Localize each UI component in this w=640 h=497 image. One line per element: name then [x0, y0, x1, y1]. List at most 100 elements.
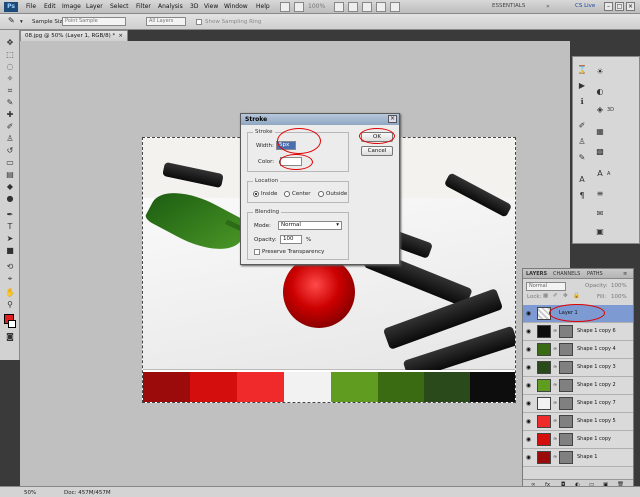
panel-menu-icon[interactable]: ≡: [623, 271, 627, 277]
swatches-icon[interactable]: ▩: [595, 147, 605, 157]
eraser-tool-icon[interactable]: ▭: [4, 158, 16, 168]
healing-tool-icon[interactable]: ✚: [4, 110, 16, 120]
clone-stamp-tool-icon[interactable]: ♙: [4, 134, 16, 144]
type-panel-icon[interactable]: A: [595, 169, 605, 179]
visibility-eye-icon[interactable]: ◉: [525, 436, 532, 443]
marquee-tool-icon[interactable]: ⬚: [4, 50, 16, 60]
center-radio[interactable]: [284, 191, 290, 197]
adjustments-icon[interactable]: ☀: [595, 67, 605, 77]
shape-tool-icon[interactable]: ■: [4, 246, 16, 256]
animation-icon[interactable]: ▣: [595, 227, 605, 237]
show-ring-checkbox[interactable]: [196, 19, 202, 25]
visibility-eye-icon[interactable]: ◉: [525, 310, 532, 317]
type-tool-icon[interactable]: T: [4, 222, 16, 232]
rotate-view-icon[interactable]: [362, 2, 372, 12]
character-icon[interactable]: A: [577, 175, 587, 185]
tab-paths[interactable]: PATHS: [587, 271, 603, 277]
zoom-tool-icon[interactable]: ⚲: [4, 300, 16, 310]
document-tab[interactable]: 08.jpg @ 50% (Layer 1, RGB/8) * ×: [20, 30, 128, 41]
clone-source-icon[interactable]: ♙: [577, 137, 587, 147]
opacity-input[interactable]: 100: [280, 235, 302, 244]
screen-mode-icon[interactable]: [390, 2, 400, 12]
menu-analysis[interactable]: Analysis: [158, 3, 183, 10]
menu-layer[interactable]: Layer: [86, 3, 103, 10]
lock-transparent-icon[interactable]: ▦: [543, 293, 548, 299]
sample-layers-select[interactable]: All Layers: [146, 17, 186, 26]
info-icon[interactable]: ℹ: [577, 97, 587, 107]
visibility-eye-icon[interactable]: ◉: [525, 364, 532, 371]
arrange-documents-icon[interactable]: [376, 2, 386, 12]
quick-mask-icon[interactable]: ◙: [4, 332, 16, 342]
visibility-eye-icon[interactable]: ◉: [525, 382, 532, 389]
bridge-icon[interactable]: [280, 2, 290, 12]
preserve-transparency-checkbox[interactable]: [254, 249, 260, 255]
history-brush-tool-icon[interactable]: ↺: [4, 146, 16, 156]
layer-row[interactable]: ◉ ∞ Shape 1 copy 2: [523, 377, 633, 395]
document-close-icon[interactable]: ×: [118, 31, 123, 41]
hand-icon[interactable]: [334, 2, 344, 12]
fill-value[interactable]: 100%: [611, 294, 627, 300]
blend-mode-select[interactable]: Normal: [526, 282, 566, 291]
layer-row[interactable]: ◉ ∞ Shape 1 copy 6: [523, 323, 633, 341]
move-tool-icon[interactable]: ✥: [4, 38, 16, 48]
paragraph-icon[interactable]: ¶: [577, 191, 587, 201]
mode-select[interactable]: Normal ▾: [278, 221, 342, 230]
layer-row[interactable]: ◉ ∞ Shape 1: [523, 449, 633, 467]
gradient-tool-icon[interactable]: ▤: [4, 170, 16, 180]
tool-preset-arrow-icon[interactable]: ▾: [20, 19, 23, 25]
menu-select[interactable]: Select: [110, 3, 129, 10]
eyedropper-icon[interactable]: ✎: [8, 16, 15, 25]
menu-image[interactable]: Image: [62, 3, 81, 10]
eyedropper-tool-icon[interactable]: ✎: [4, 98, 16, 108]
workspace-switcher[interactable]: ESSENTIALS: [492, 3, 525, 9]
history-icon[interactable]: ⌛: [577, 65, 587, 75]
minimize-icon[interactable]: –: [604, 2, 613, 11]
layer-opacity-value[interactable]: 100%: [611, 283, 627, 289]
menu-view[interactable]: View: [204, 3, 218, 10]
dodge-tool-icon[interactable]: ●: [4, 194, 16, 204]
zoom-level[interactable]: 100%: [308, 3, 325, 10]
masks-icon[interactable]: ◐: [595, 87, 605, 97]
hand-tool-icon[interactable]: ✋: [4, 288, 16, 298]
layer-row[interactable]: ◉ ∞ Shape 1 copy: [523, 431, 633, 449]
visibility-eye-icon[interactable]: ◉: [525, 346, 532, 353]
quick-select-tool-icon[interactable]: ✧: [4, 74, 16, 84]
layer-row[interactable]: ◉ ∞ Shape 1 copy 3: [523, 359, 633, 377]
notes-icon[interactable]: ✉: [595, 209, 605, 219]
menu-3d[interactable]: 3D: [190, 3, 198, 10]
layer-row[interactable]: ◉ ∞ Shape 1 copy 7: [523, 395, 633, 413]
close-icon[interactable]: ×: [626, 2, 635, 11]
pen-tool-icon[interactable]: ✒: [4, 210, 16, 220]
menu-edit[interactable]: Edit: [44, 3, 56, 10]
layer-row[interactable]: ◉ ∞ Shape 1 copy 4: [523, 341, 633, 359]
3d-rotate-tool-icon[interactable]: ⟲: [4, 262, 16, 272]
crop-tool-icon[interactable]: ⌗: [4, 86, 16, 96]
background-color-swatch[interactable]: [8, 320, 16, 328]
menu-help[interactable]: Help: [256, 3, 270, 10]
maximize-icon[interactable]: □: [615, 2, 624, 11]
menu-filter[interactable]: Filter: [136, 3, 151, 10]
tab-channels[interactable]: CHANNELS: [553, 271, 580, 277]
dialog-close-icon[interactable]: ×: [388, 115, 397, 123]
brush-tool-icon[interactable]: ✐: [4, 122, 16, 132]
3d-panel-icon[interactable]: ◈: [595, 105, 605, 115]
cs-live-button[interactable]: CS Live: [575, 3, 595, 9]
lock-position-icon[interactable]: ✥: [563, 293, 568, 299]
tool-presets-icon[interactable]: ✎: [577, 153, 587, 163]
outside-radio[interactable]: [318, 191, 324, 197]
3d-camera-tool-icon[interactable]: ⌖: [4, 274, 16, 284]
sample-size-select[interactable]: Point Sample: [62, 17, 126, 26]
blur-tool-icon[interactable]: ◆: [4, 182, 16, 192]
brush-presets-icon[interactable]: ✐: [577, 121, 587, 131]
visibility-eye-icon[interactable]: ◉: [525, 454, 532, 461]
inside-radio[interactable]: [253, 191, 259, 197]
cancel-button[interactable]: Cancel: [361, 146, 393, 156]
lock-all-icon[interactable]: 🔒: [573, 293, 580, 299]
visibility-eye-icon[interactable]: ◉: [525, 418, 532, 425]
zoom-icon[interactable]: [348, 2, 358, 12]
actions-icon[interactable]: ▶: [577, 81, 587, 91]
path-selection-tool-icon[interactable]: ➤: [4, 234, 16, 244]
lasso-tool-icon[interactable]: ◌: [4, 62, 16, 72]
layer-comps-icon[interactable]: ≡: [595, 189, 605, 199]
visibility-eye-icon[interactable]: ◉: [525, 400, 532, 407]
